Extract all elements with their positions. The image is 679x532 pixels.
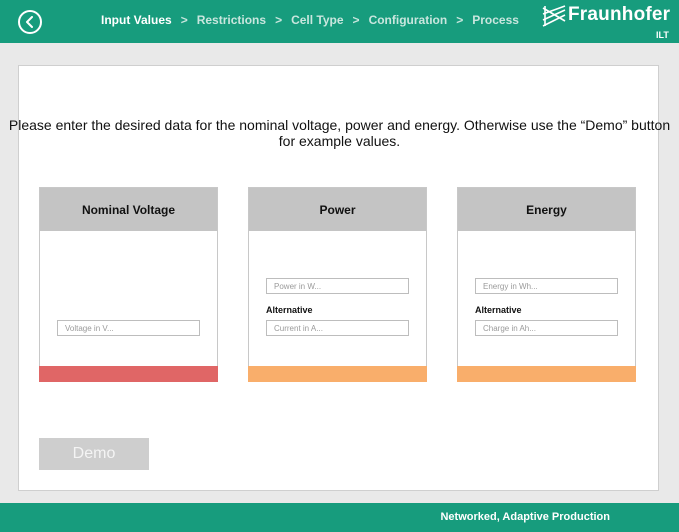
back-button[interactable] — [18, 10, 42, 34]
breadcrumb-separator: > — [180, 13, 188, 27]
intro-text: Please enter the desired data for the no… — [8, 117, 671, 149]
current-input[interactable] — [266, 320, 409, 336]
power-status-bar — [248, 366, 427, 382]
demo-button[interactable]: Demo — [39, 438, 149, 470]
step-configuration[interactable]: Configuration — [369, 13, 448, 27]
logo-name: Fraunhofer — [568, 4, 671, 25]
step-restrictions[interactable]: Restrictions — [197, 13, 266, 27]
fraunhofer-logo: Fraunhofer ILT — [542, 4, 674, 40]
footer-tagline: Networked, Adaptive Production — [440, 511, 610, 523]
nominal-voltage-card-title: Nominal Voltage — [40, 188, 217, 231]
energy-input[interactable] — [475, 278, 618, 294]
energy-alternative-label: Alternative — [475, 305, 522, 315]
step-process[interactable]: Process — [472, 13, 519, 27]
energy-card-title: Energy — [458, 188, 635, 231]
step-breadcrumb: Input Values > Restrictions > Cell Type > Conf… — [101, 13, 519, 27]
energy-status-bar — [457, 366, 636, 382]
chevron-left-icon — [26, 16, 33, 28]
logo-subtitle: ILT — [656, 30, 669, 40]
fraunhofer-logo-mark-icon — [542, 5, 566, 27]
energy-card: Energy Alternative — [457, 187, 636, 382]
step-input-values[interactable]: Input Values — [101, 13, 172, 27]
power-alternative-label: Alternative — [266, 305, 313, 315]
power-input[interactable] — [266, 278, 409, 294]
voltage-status-bar — [39, 366, 218, 382]
breadcrumb-separator: > — [456, 13, 464, 27]
top-navigation-bar: Input Values > Restrictions > Cell Type > Conf… — [0, 0, 679, 43]
breadcrumb-separator: > — [352, 13, 360, 27]
power-card: Power Alternative — [248, 187, 427, 382]
footer-bar: Networked, Adaptive Production — [0, 503, 679, 532]
breadcrumb-separator: > — [275, 13, 283, 27]
charge-input[interactable] — [475, 320, 618, 336]
voltage-input[interactable] — [57, 320, 200, 336]
power-card-title: Power — [249, 188, 426, 231]
step-cell-type[interactable]: Cell Type — [291, 13, 343, 27]
nominal-voltage-card: Nominal Voltage — [39, 187, 218, 382]
